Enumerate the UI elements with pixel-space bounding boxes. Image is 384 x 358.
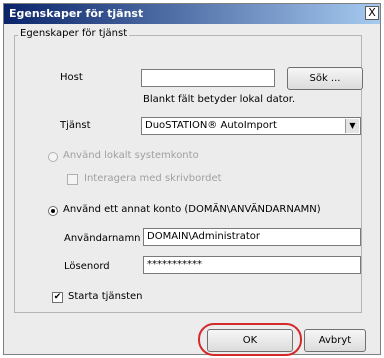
service-label: Tjänst xyxy=(60,120,91,131)
username-label: Användarnamn xyxy=(64,233,141,244)
username-input-value: DOMAIN\Administrator xyxy=(147,231,261,242)
password-label: Lösenord xyxy=(64,261,110,272)
password-input-value: *********** xyxy=(147,259,202,270)
browse-button-label: Sök ... xyxy=(309,73,341,84)
other-account-radio[interactable] xyxy=(48,206,58,216)
cancel-button[interactable]: Avbryt xyxy=(304,329,366,352)
close-button[interactable]: X xyxy=(365,6,379,20)
start-service-checkbox[interactable]: ✔ xyxy=(52,292,63,303)
host-label: Host xyxy=(60,72,83,83)
start-service-label: Starta tjänsten xyxy=(68,291,143,302)
cancel-button-label: Avbryt xyxy=(318,335,352,346)
other-account-label: Använd ett annat konto (DOMÄN\ANVÄNDARNA… xyxy=(63,204,321,215)
local-system-account-radio[interactable] xyxy=(48,152,58,162)
chevron-down-icon[interactable]: ▼ xyxy=(345,119,359,133)
browse-button[interactable]: Sök ... xyxy=(287,67,363,90)
service-select-value: DuoSTATION® AutoImport xyxy=(145,120,277,131)
title-bar[interactable]: Egenskaper för tjänst X xyxy=(4,4,380,24)
ok-highlight-annotation xyxy=(198,323,302,356)
close-icon: X xyxy=(368,6,376,19)
window-title: Egenskaper för tjänst xyxy=(9,7,144,20)
local-system-account-label: Använd lokalt systemkonto xyxy=(63,150,199,161)
service-select[interactable]: DuoSTATION® AutoImport ▼ xyxy=(141,117,361,135)
interact-desktop-label: Interagera med skrivbordet xyxy=(84,173,222,184)
checkmark-icon: ✔ xyxy=(53,292,62,302)
username-input[interactable]: DOMAIN\Administrator xyxy=(143,228,361,246)
password-input[interactable]: *********** xyxy=(143,256,361,274)
group-legend: Egenskaper för tjänst xyxy=(18,28,130,39)
host-input[interactable] xyxy=(141,69,275,87)
radio-selected-dot xyxy=(51,209,55,213)
host-hint: Blankt fält betyder lokal dator. xyxy=(143,94,296,105)
interact-desktop-checkbox[interactable] xyxy=(67,174,78,185)
